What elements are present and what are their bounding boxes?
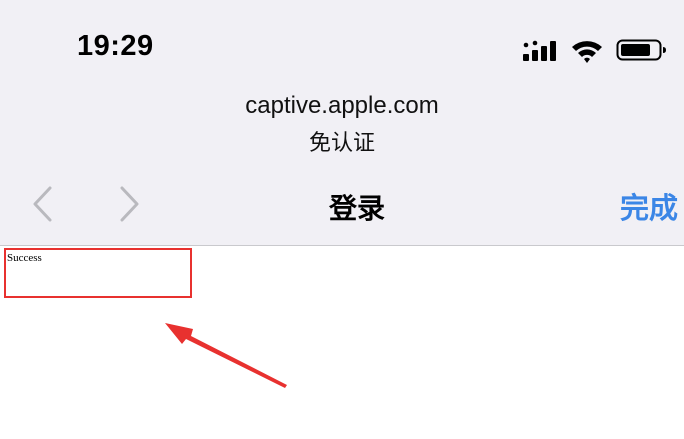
browser-top-bar: 19:29 captive.apple.com 免认证 登录 完成 <box>0 0 684 246</box>
captive-portal-screen: 19:29 captive.apple.com 免认证 登录 完成 Succes… <box>0 0 684 439</box>
status-time: 19:29 <box>77 30 154 62</box>
cellular-signal-icon <box>523 40 556 61</box>
battery-icon <box>616 39 666 61</box>
nav-title: 登录 <box>328 192 385 225</box>
page-subtitle: 免认证 <box>308 131 375 156</box>
annotation-arrow-icon <box>165 323 287 388</box>
page-url: captive.apple.com <box>245 92 439 119</box>
wifi-icon <box>572 41 602 63</box>
done-button[interactable]: 完成 <box>620 185 678 227</box>
annotation-highlight-box <box>4 248 192 298</box>
